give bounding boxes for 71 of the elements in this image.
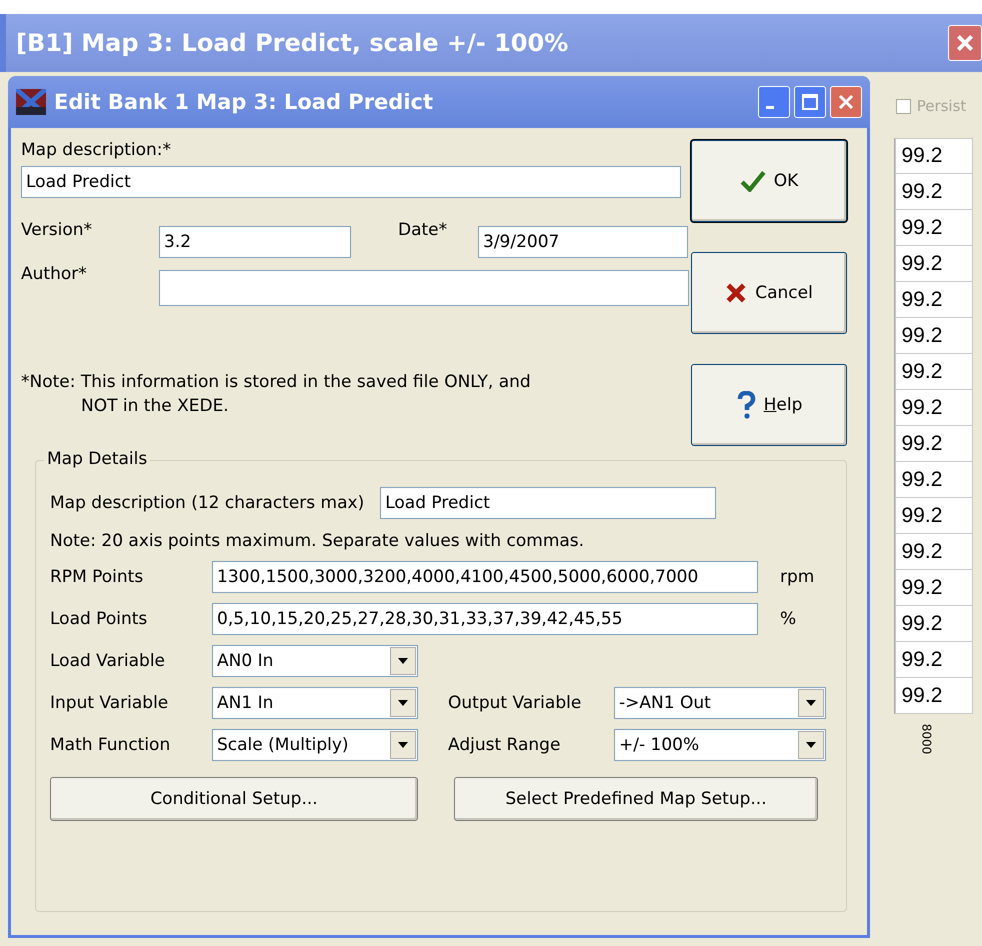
dropdown-arrow-icon: [398, 700, 408, 706]
field-label: Map description (12 characters max): [50, 493, 364, 513]
checkmark-icon: [740, 170, 766, 192]
maximize-button[interactable]: [794, 86, 826, 118]
input-field[interactable]: [159, 270, 689, 306]
table-cell: 99.2: [894, 426, 972, 462]
input-field[interactable]: 3/9/2007: [478, 226, 688, 258]
close-button[interactable]: [830, 86, 862, 118]
dropdown-arrow-icon: [398, 658, 408, 664]
group-title: Map Details: [44, 449, 150, 469]
table-cell: 99.2: [894, 462, 972, 498]
question-mark-icon: [736, 391, 756, 419]
field-label: Version*: [21, 220, 94, 240]
field-label: Input Variable: [50, 693, 170, 713]
minimize-button[interactable]: [758, 86, 790, 118]
note-text: *Note: This information is stored in the saved file ONLY, and: [21, 372, 532, 392]
dialog-title: Edit Bank 1 Map 3: Load Predict: [54, 90, 434, 114]
close-icon: [836, 92, 856, 112]
field-label: Map description:*: [21, 140, 172, 160]
table-cell: 99.2: [894, 570, 972, 606]
table-cell: 99.2: [894, 138, 972, 174]
app-logo-icon: [16, 89, 46, 115]
table-cell: 99.2: [894, 246, 972, 282]
dropdown[interactable]: AN0 In: [212, 645, 418, 677]
note-text: NOT in the XEDE.: [80, 396, 230, 416]
dropdown[interactable]: +/- 100%: [614, 729, 826, 761]
table-cell: 99.2: [894, 174, 972, 210]
note-text: Note: 20 axis points maximum. Separate values with commas.: [50, 531, 586, 551]
ok-button[interactable]: OK: [691, 140, 847, 222]
table-cell: 99.2: [894, 390, 972, 426]
table-cell: 99.2: [894, 210, 972, 246]
unit-label: rpm: [780, 567, 814, 587]
field-label: Date*: [398, 220, 448, 240]
dropdown-arrow-icon: [806, 700, 816, 706]
input-field[interactable]: Load Predict: [380, 487, 716, 519]
setup-button[interactable]: Select Predefined Map Setup...: [454, 777, 818, 821]
axis-label: 8000: [919, 724, 933, 754]
input-field[interactable]: 3.2: [159, 226, 351, 258]
table-cell: 99.2: [894, 354, 972, 390]
table-cell: 99.2: [894, 282, 972, 318]
field-label: Load Variable: [50, 651, 166, 671]
cancel-button[interactable]: Cancel: [691, 252, 847, 334]
table-cell: 99.2: [894, 678, 972, 714]
setup-button[interactable]: Conditional Setup...: [50, 777, 418, 821]
dropdown[interactable]: AN1 In: [212, 687, 418, 719]
field-label: Output Variable: [448, 693, 582, 713]
dropdown[interactable]: Scale (Multiply): [212, 729, 418, 761]
minimize-icon: [766, 106, 774, 108]
table-cell: 99.2: [894, 534, 972, 570]
dropdown-arrow-icon: [398, 742, 408, 748]
table-cell: 99.2: [894, 318, 972, 354]
input-field[interactable]: 1300,1500,3000,3200,4000,4100,4500,5000,6000,7000: [212, 561, 758, 593]
maximize-icon: [800, 92, 820, 112]
table-cell: 99.2: [894, 642, 972, 678]
dropdown-arrow-icon: [806, 742, 816, 748]
unit-label: %: [780, 609, 796, 629]
input-field[interactable]: Load Predict: [21, 166, 681, 198]
cross-icon: [725, 282, 748, 304]
close-button[interactable]: [948, 25, 982, 61]
window-title: [B1] Map 3: Load Predict, scale +/- 100%: [16, 29, 570, 57]
field-label: Load Points: [50, 609, 148, 629]
dropdown[interactable]: ->AN1 Out: [614, 687, 826, 719]
field-label: RPM Points: [50, 567, 144, 587]
table-cell: 99.2: [894, 606, 972, 642]
help-button[interactable]: Help: [691, 364, 847, 446]
field-label: Adjust Range: [448, 735, 562, 755]
field-label: Math Function: [50, 735, 172, 755]
table-cell: 99.2: [894, 498, 972, 534]
close-icon: [954, 32, 976, 54]
field-label: Author*: [21, 264, 88, 284]
input-field[interactable]: 0,5,10,15,20,25,27,28,30,31,33,37,39,42,45,55: [212, 603, 758, 635]
